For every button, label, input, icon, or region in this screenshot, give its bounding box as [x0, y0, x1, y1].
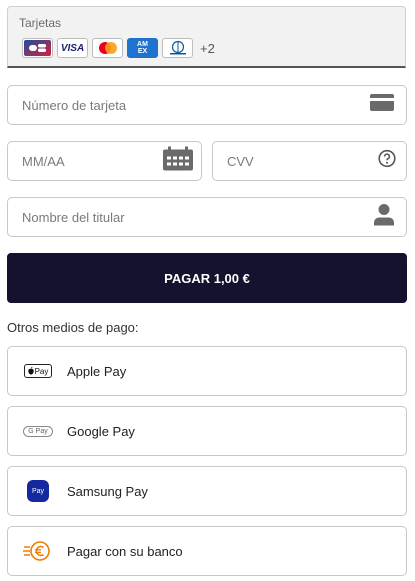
method-label-google-pay: Google Pay — [67, 423, 135, 439]
more-brands-count: +2 — [200, 40, 215, 56]
card-number-input[interactable] — [22, 86, 301, 124]
google-pay-button[interactable]: G Pay Google Pay — [7, 406, 407, 456]
credit-card-icon — [370, 94, 394, 116]
apple-pay-button[interactable]: Pay Apple Pay — [7, 346, 407, 396]
google-pay-icon: G Pay — [23, 425, 53, 437]
samsung-pay-button[interactable]: Pay Samsung Pay — [7, 466, 407, 516]
help-icon[interactable] — [378, 149, 396, 173]
cards-label: Tarjetas — [19, 16, 62, 30]
cardholder-input[interactable] — [22, 198, 301, 236]
expiry-input[interactable] — [22, 142, 158, 180]
bank-euro-icon — [23, 539, 53, 563]
cardholder-field[interactable] — [7, 197, 407, 237]
expiry-field[interactable] — [7, 141, 202, 181]
cvv-input[interactable] — [227, 142, 363, 180]
user-icon — [374, 204, 394, 231]
apple-pay-icon: Pay — [23, 364, 53, 378]
card-number-field[interactable] — [7, 85, 407, 125]
card-brands-header[interactable]: Tarjetas VISA AM EX +2 — [7, 6, 406, 68]
visa-icon: VISA — [57, 38, 88, 58]
amex-icon: AM EX — [127, 38, 158, 58]
calendar-icon — [163, 146, 193, 176]
method-label-apple-pay: Apple Pay — [67, 363, 127, 379]
bank-transfer-button[interactable]: Pagar con su banco — [7, 526, 407, 576]
method-label-samsung-pay: Samsung Pay — [67, 483, 148, 499]
mastercard-icon — [92, 38, 123, 58]
samsung-pay-icon: Pay — [23, 480, 53, 502]
diners-icon — [162, 38, 193, 58]
method-label-bank: Pagar con su banco — [67, 543, 183, 559]
other-methods-title: Otros medios de pago: — [7, 320, 139, 335]
card-brand-logos: VISA AM EX +2 — [22, 37, 215, 59]
cvv-field[interactable] — [212, 141, 407, 181]
cb-icon — [22, 38, 53, 58]
pay-button[interactable]: PAGAR 1,00 € — [7, 253, 407, 303]
